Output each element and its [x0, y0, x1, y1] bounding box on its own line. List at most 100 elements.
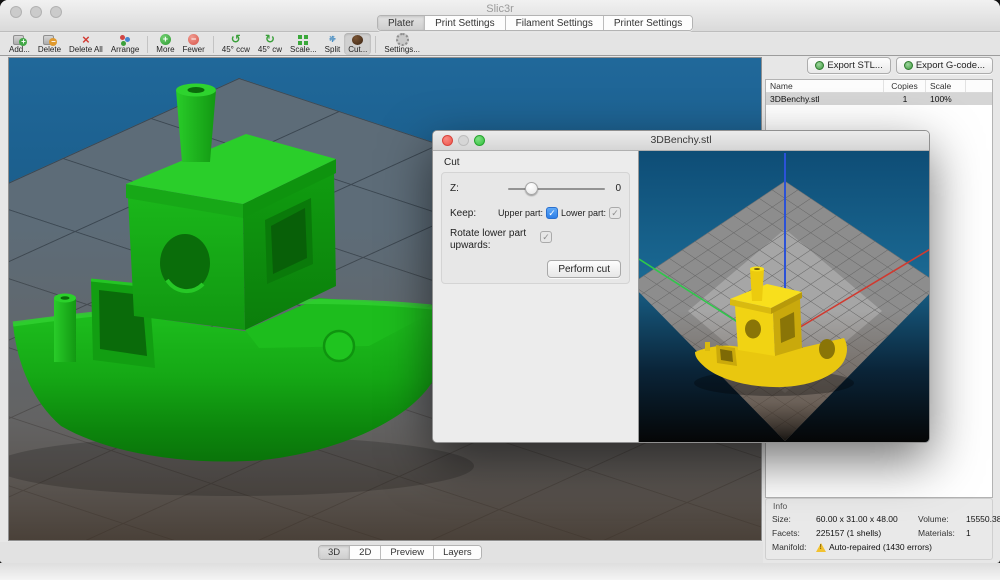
arrange-icon	[118, 34, 132, 45]
rotate-row: Rotate lower part upwards: ✓	[450, 228, 621, 252]
add-icon	[12, 34, 26, 45]
preview-stern-pipe	[705, 342, 710, 351]
lower-part-checkbox[interactable]: ✓	[609, 207, 621, 219]
export-row: Export STL... Export G-code...	[764, 57, 993, 77]
facets-label: Facets:	[772, 528, 816, 538]
upper-part-checkbox[interactable]: ✓	[546, 207, 558, 219]
cut-options-box: Z: 0 Keep: Upper part: ✓ Lower part: ✓	[441, 172, 630, 284]
export-gcode-button[interactable]: Export G-code...	[896, 57, 993, 74]
toolbar: Add... Delete × Delete All Arrange + Mor…	[0, 33, 1000, 56]
object-list-header: Name Copies Scale	[766, 80, 992, 93]
perform-cut-button[interactable]: Perform cut	[547, 260, 621, 278]
rotate-ccw-icon: ↺	[229, 33, 243, 45]
stern-pipe	[54, 298, 76, 362]
cut-form: Cut Z: 0 Keep: Upper part: ✓ Lower part:	[433, 151, 638, 442]
slic3r-window: Slic3r Plater Print Settings Filament Se…	[0, 0, 1000, 563]
tab-plater[interactable]: Plater	[378, 16, 425, 30]
tab-filament-settings[interactable]: Filament Settings	[506, 16, 604, 30]
window-title: Slic3r	[0, 3, 1000, 15]
z-label: Z:	[450, 183, 508, 194]
tab-printer-settings[interactable]: Printer Settings	[604, 16, 692, 30]
dialog-title: 3DBenchy.stl	[433, 134, 929, 146]
info-panel: Info Size: 60.00 x 31.00 x 48.00 Volume:…	[765, 498, 993, 560]
titlebar: Slic3r Plater Print Settings Filament Se…	[0, 0, 1000, 32]
rotate-label: Rotate lower part upwards:	[450, 228, 534, 252]
keep-options: Upper part: ✓ Lower part: ✓	[498, 207, 621, 219]
materials-value: 1	[966, 528, 1000, 538]
table-row[interactable]: 3DBenchy.stl 1 100%	[766, 93, 992, 105]
warning-icon	[816, 543, 826, 552]
keep-row: Keep: Upper part: ✓ Lower part: ✓	[450, 207, 621, 219]
export-stl-button[interactable]: Export STL...	[807, 57, 890, 74]
bottom-strip: 3D 2D Preview Layers	[0, 542, 763, 563]
fewer-button[interactable]: − Fewer	[179, 33, 209, 55]
more-button[interactable]: + More	[152, 33, 178, 55]
manifold-label: Manifold:	[772, 542, 816, 552]
fewer-icon: −	[187, 34, 201, 45]
lower-part-label: Lower part:	[561, 208, 606, 218]
upper-part-label: Upper part:	[498, 208, 543, 218]
settings-icon	[395, 33, 409, 45]
preview-bow-arch	[819, 339, 835, 359]
preview-porthole	[745, 320, 761, 339]
z-slider-knob[interactable]	[525, 182, 538, 195]
cut-section-label: Cut	[444, 157, 460, 168]
perform-cut-row: Perform cut	[450, 259, 621, 279]
z-value: 0	[605, 183, 621, 194]
view-tab-preview[interactable]: Preview	[381, 546, 434, 559]
view-tab-3d[interactable]: 3D	[319, 546, 350, 559]
manifold-value: Auto-repaired (1430 errors)	[816, 542, 1000, 552]
more-icon: +	[158, 34, 172, 45]
add-button[interactable]: Add...	[5, 33, 34, 55]
z-row: Z: 0	[450, 182, 621, 195]
z-slider[interactable]	[508, 182, 605, 195]
cut-preview-viewport[interactable]	[638, 151, 930, 443]
scale-icon	[296, 34, 310, 45]
view-tab-layers[interactable]: Layers	[434, 546, 481, 559]
cut-preview-scene	[639, 151, 930, 443]
split-button[interactable]: Split	[321, 33, 345, 55]
cut-button[interactable]: Cut...	[344, 33, 371, 55]
size-value: 60.00 x 31.00 x 48.00	[816, 514, 918, 524]
split-icon	[325, 33, 339, 45]
view-mode-tabs: 3D 2D Preview Layers	[318, 545, 482, 560]
cut-icon	[351, 34, 365, 45]
scale-button[interactable]: Scale...	[286, 33, 321, 55]
delete-all-button[interactable]: × Delete All	[65, 33, 107, 55]
volume-label: Volume:	[918, 514, 966, 524]
column-name[interactable]: Name	[766, 80, 884, 92]
column-scale[interactable]: Scale	[926, 80, 966, 92]
settings-button[interactable]: Settings...	[380, 33, 424, 55]
cut-dialog: 3DBenchy.stl Cut Z: 0 Keep: Upper part:	[432, 130, 930, 443]
rotate-checkbox[interactable]: ✓	[540, 231, 552, 243]
info-title: Info	[773, 501, 992, 511]
rotate-cw-icon: ↻	[263, 33, 277, 45]
preview-chimney	[750, 269, 764, 301]
bow-knob	[324, 331, 354, 361]
arrange-button[interactable]: Arrange	[107, 33, 143, 55]
z-slider-track	[508, 188, 605, 190]
toolbar-separator	[213, 36, 214, 53]
facets-value: 225157 (1 shells)	[816, 528, 918, 538]
settings-tabs: Plater Print Settings Filament Settings …	[377, 15, 693, 31]
delete-all-icon: ×	[79, 34, 93, 45]
volume-value: 15550.38	[966, 514, 1000, 524]
view-tab-2d[interactable]: 2D	[350, 546, 381, 559]
delete-button[interactable]: Delete	[34, 33, 65, 55]
keep-label: Keep:	[450, 208, 490, 219]
dialog-titlebar: 3DBenchy.stl	[433, 131, 929, 151]
desktop-strip	[0, 563, 1000, 580]
chimney-hole	[188, 87, 205, 93]
rotate-cw-button[interactable]: ↻ 45° cw	[254, 33, 286, 55]
delete-icon	[42, 34, 56, 45]
toolbar-separator	[375, 36, 376, 53]
column-copies[interactable]: Copies	[884, 80, 926, 92]
export-gcode-icon	[904, 61, 913, 70]
export-stl-icon	[815, 61, 824, 70]
tab-print-settings[interactable]: Print Settings	[425, 16, 505, 30]
chimney	[176, 90, 216, 162]
materials-label: Materials:	[918, 528, 966, 538]
rotate-ccw-button[interactable]: ↺ 45° ccw	[218, 33, 254, 55]
toolbar-separator	[147, 36, 148, 53]
size-label: Size:	[772, 514, 816, 524]
